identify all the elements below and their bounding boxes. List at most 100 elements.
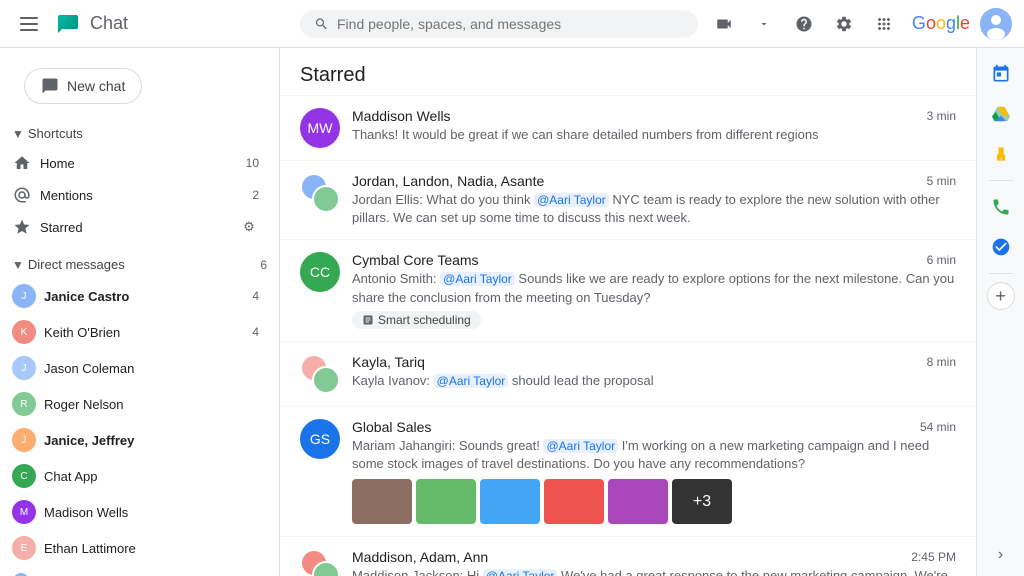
chat-app-icon	[54, 10, 82, 38]
avatar: J	[12, 356, 36, 380]
msg-text: Thanks! It would be great if we can shar…	[352, 126, 956, 144]
msg-sender: Cymbal Core Teams	[352, 252, 479, 268]
msg-content: Kayla, Tariq 8 min Kayla Ivanov: @Aari T…	[352, 354, 956, 390]
search-bar[interactable]	[300, 10, 698, 38]
msg-time: 54 min	[920, 420, 956, 434]
image-thumb[interactable]	[544, 479, 604, 524]
top-icons: Google	[706, 6, 1012, 42]
msg-header: Maddison, Adam, Ann 2:45 PM	[352, 549, 956, 565]
phone-icon[interactable]	[983, 189, 1019, 225]
avatar: K	[12, 320, 36, 344]
messages-list: MW Maddison Wells 3 min Thanks! It would…	[280, 96, 976, 576]
right-panel: + ›	[976, 48, 1024, 576]
msg-header: Jordan, Landon, Nadia, Asante 5 min	[352, 173, 956, 189]
msg-content: Cymbal Core Teams 6 min Antonio Smith: @…	[352, 252, 956, 328]
msg-text: Mariam Jahangiri: Sounds great! @Aari Ta…	[352, 437, 956, 473]
msg-content: Global Sales 54 min Mariam Jahangiri: So…	[352, 419, 956, 524]
sidebar-contact-item[interactable]: E Ethan Lattimore	[0, 530, 271, 566]
contact-name: Ethan Lattimore	[44, 541, 259, 556]
message-item[interactable]: CC Cymbal Core Teams 6 min Antonio Smith…	[280, 240, 976, 341]
sidebar-contact-item[interactable]: J Janice, Jeffrey	[0, 422, 271, 458]
msg-sender: Maddison, Adam, Ann	[352, 549, 488, 565]
avatar: E	[12, 536, 36, 560]
starred-icon	[12, 217, 32, 237]
drive-icon[interactable]	[983, 96, 1019, 132]
mention-tag: @Aari Taylor	[440, 272, 515, 286]
google-logo: Google	[912, 13, 970, 34]
msg-avatar-group	[300, 173, 340, 213]
sidebar-contact-item[interactable]: J Jason Coleman	[0, 350, 271, 386]
new-chat-button[interactable]: New chat	[24, 68, 142, 104]
mention-tag: @Aari Taylor	[483, 569, 558, 576]
message-item[interactable]: GS Global Sales 54 min Mariam Jahangiri:…	[280, 407, 976, 537]
starred-settings-icon: ⚙	[239, 217, 259, 237]
sidebar-contact-item[interactable]: K Keith O'Brien 4	[0, 314, 271, 350]
apps-icon[interactable]	[866, 6, 902, 42]
msg-sender: Kayla, Tariq	[352, 354, 425, 370]
msg-avatar: GS	[300, 419, 340, 459]
add-panel-icon[interactable]: +	[987, 282, 1015, 310]
message-item[interactable]: Jordan, Landon, Nadia, Asante 5 min Jord…	[280, 161, 976, 240]
expand-panel-icon[interactable]: ›	[994, 542, 1007, 568]
sidebar-contact-item[interactable]: Janice, Adam, Gregory, Jose... @	[0, 566, 271, 576]
chevron-icon: ▼	[12, 258, 24, 272]
sidebar-item-mentions[interactable]: Mentions 2	[0, 179, 271, 211]
sidebar-item-starred[interactable]: Starred ⚙	[0, 211, 271, 243]
image-thumb[interactable]	[352, 479, 412, 524]
dropdown-icon[interactable]	[746, 6, 782, 42]
video-icon[interactable]	[706, 6, 742, 42]
message-item[interactable]: Maddison, Adam, Ann 2:45 PM Maddison Jac…	[280, 537, 976, 576]
image-more[interactable]: +3	[672, 479, 732, 524]
mentions-icon	[12, 185, 32, 205]
content-header: Starred	[280, 48, 976, 96]
msg-text: Maddison Jackson: Hi @Aari Taylor We've …	[352, 567, 956, 576]
msg-sender: Maddison Wells	[352, 108, 451, 124]
user-avatar[interactable]	[980, 8, 1012, 40]
content-area: Starred MW Maddison Wells 3 min Thanks! …	[280, 48, 976, 576]
mention-tag: @Aari Taylor	[434, 374, 509, 388]
image-thumb[interactable]	[480, 479, 540, 524]
msg-time: 3 min	[927, 109, 956, 123]
shortcuts-section[interactable]: ▼ Shortcuts	[0, 120, 279, 147]
message-item[interactable]: MW Maddison Wells 3 min Thanks! It would…	[280, 96, 976, 161]
calendar-icon[interactable]	[983, 56, 1019, 92]
main-layout: New chat ▼ Shortcuts Home 10 Mentions 2	[0, 48, 1024, 576]
keep-icon[interactable]	[983, 136, 1019, 172]
contact-name: Madison Wells	[44, 505, 259, 520]
avatar: J	[12, 428, 36, 452]
contact-name: Janice Castro	[44, 289, 235, 304]
msg-content: Jordan, Landon, Nadia, Asante 5 min Jord…	[352, 173, 956, 227]
mention-tag: @Aari Taylor	[543, 439, 618, 453]
avatar: M	[12, 500, 36, 524]
sidebar-contact-item[interactable]: C Chat App	[0, 458, 271, 494]
tasks-icon[interactable]	[983, 229, 1019, 265]
sidebar-contact-item[interactable]: M Madison Wells	[0, 494, 271, 530]
top-bar-left: Chat	[12, 9, 292, 39]
contact-name: Jason Coleman	[44, 361, 259, 376]
msg-avatar: MW	[300, 108, 340, 148]
dm-section[interactable]: ▼ Direct messages 6	[0, 251, 279, 278]
help-icon[interactable]	[786, 6, 822, 42]
app-title: Chat	[90, 13, 128, 34]
image-thumb[interactable]	[416, 479, 476, 524]
sidebar-contact-item[interactable]: R Roger Nelson	[0, 386, 271, 422]
avatar: R	[12, 392, 36, 416]
smart-chip: Smart scheduling	[352, 311, 481, 329]
menu-icon[interactable]	[12, 9, 46, 39]
message-item[interactable]: Kayla, Tariq 8 min Kayla Ivanov: @Aari T…	[280, 342, 976, 407]
image-thumb[interactable]	[608, 479, 668, 524]
msg-time: 5 min	[927, 174, 956, 188]
image-row: +3	[352, 479, 956, 524]
sidebar-item-home[interactable]: Home 10	[0, 147, 271, 179]
avatar: J	[12, 284, 36, 308]
search-input[interactable]	[337, 16, 684, 32]
msg-header: Cymbal Core Teams 6 min	[352, 252, 956, 268]
top-bar: Chat Google	[0, 0, 1024, 48]
settings-icon[interactable]	[826, 6, 862, 42]
sidebar-contact-item[interactable]: J Janice Castro 4	[0, 278, 271, 314]
msg-avatar-group	[300, 549, 340, 576]
mention-tag: @Aari Taylor	[534, 193, 609, 207]
contact-name: Roger Nelson	[44, 397, 259, 412]
contact-badge: 4	[243, 289, 259, 303]
msg-time: 6 min	[927, 253, 956, 267]
